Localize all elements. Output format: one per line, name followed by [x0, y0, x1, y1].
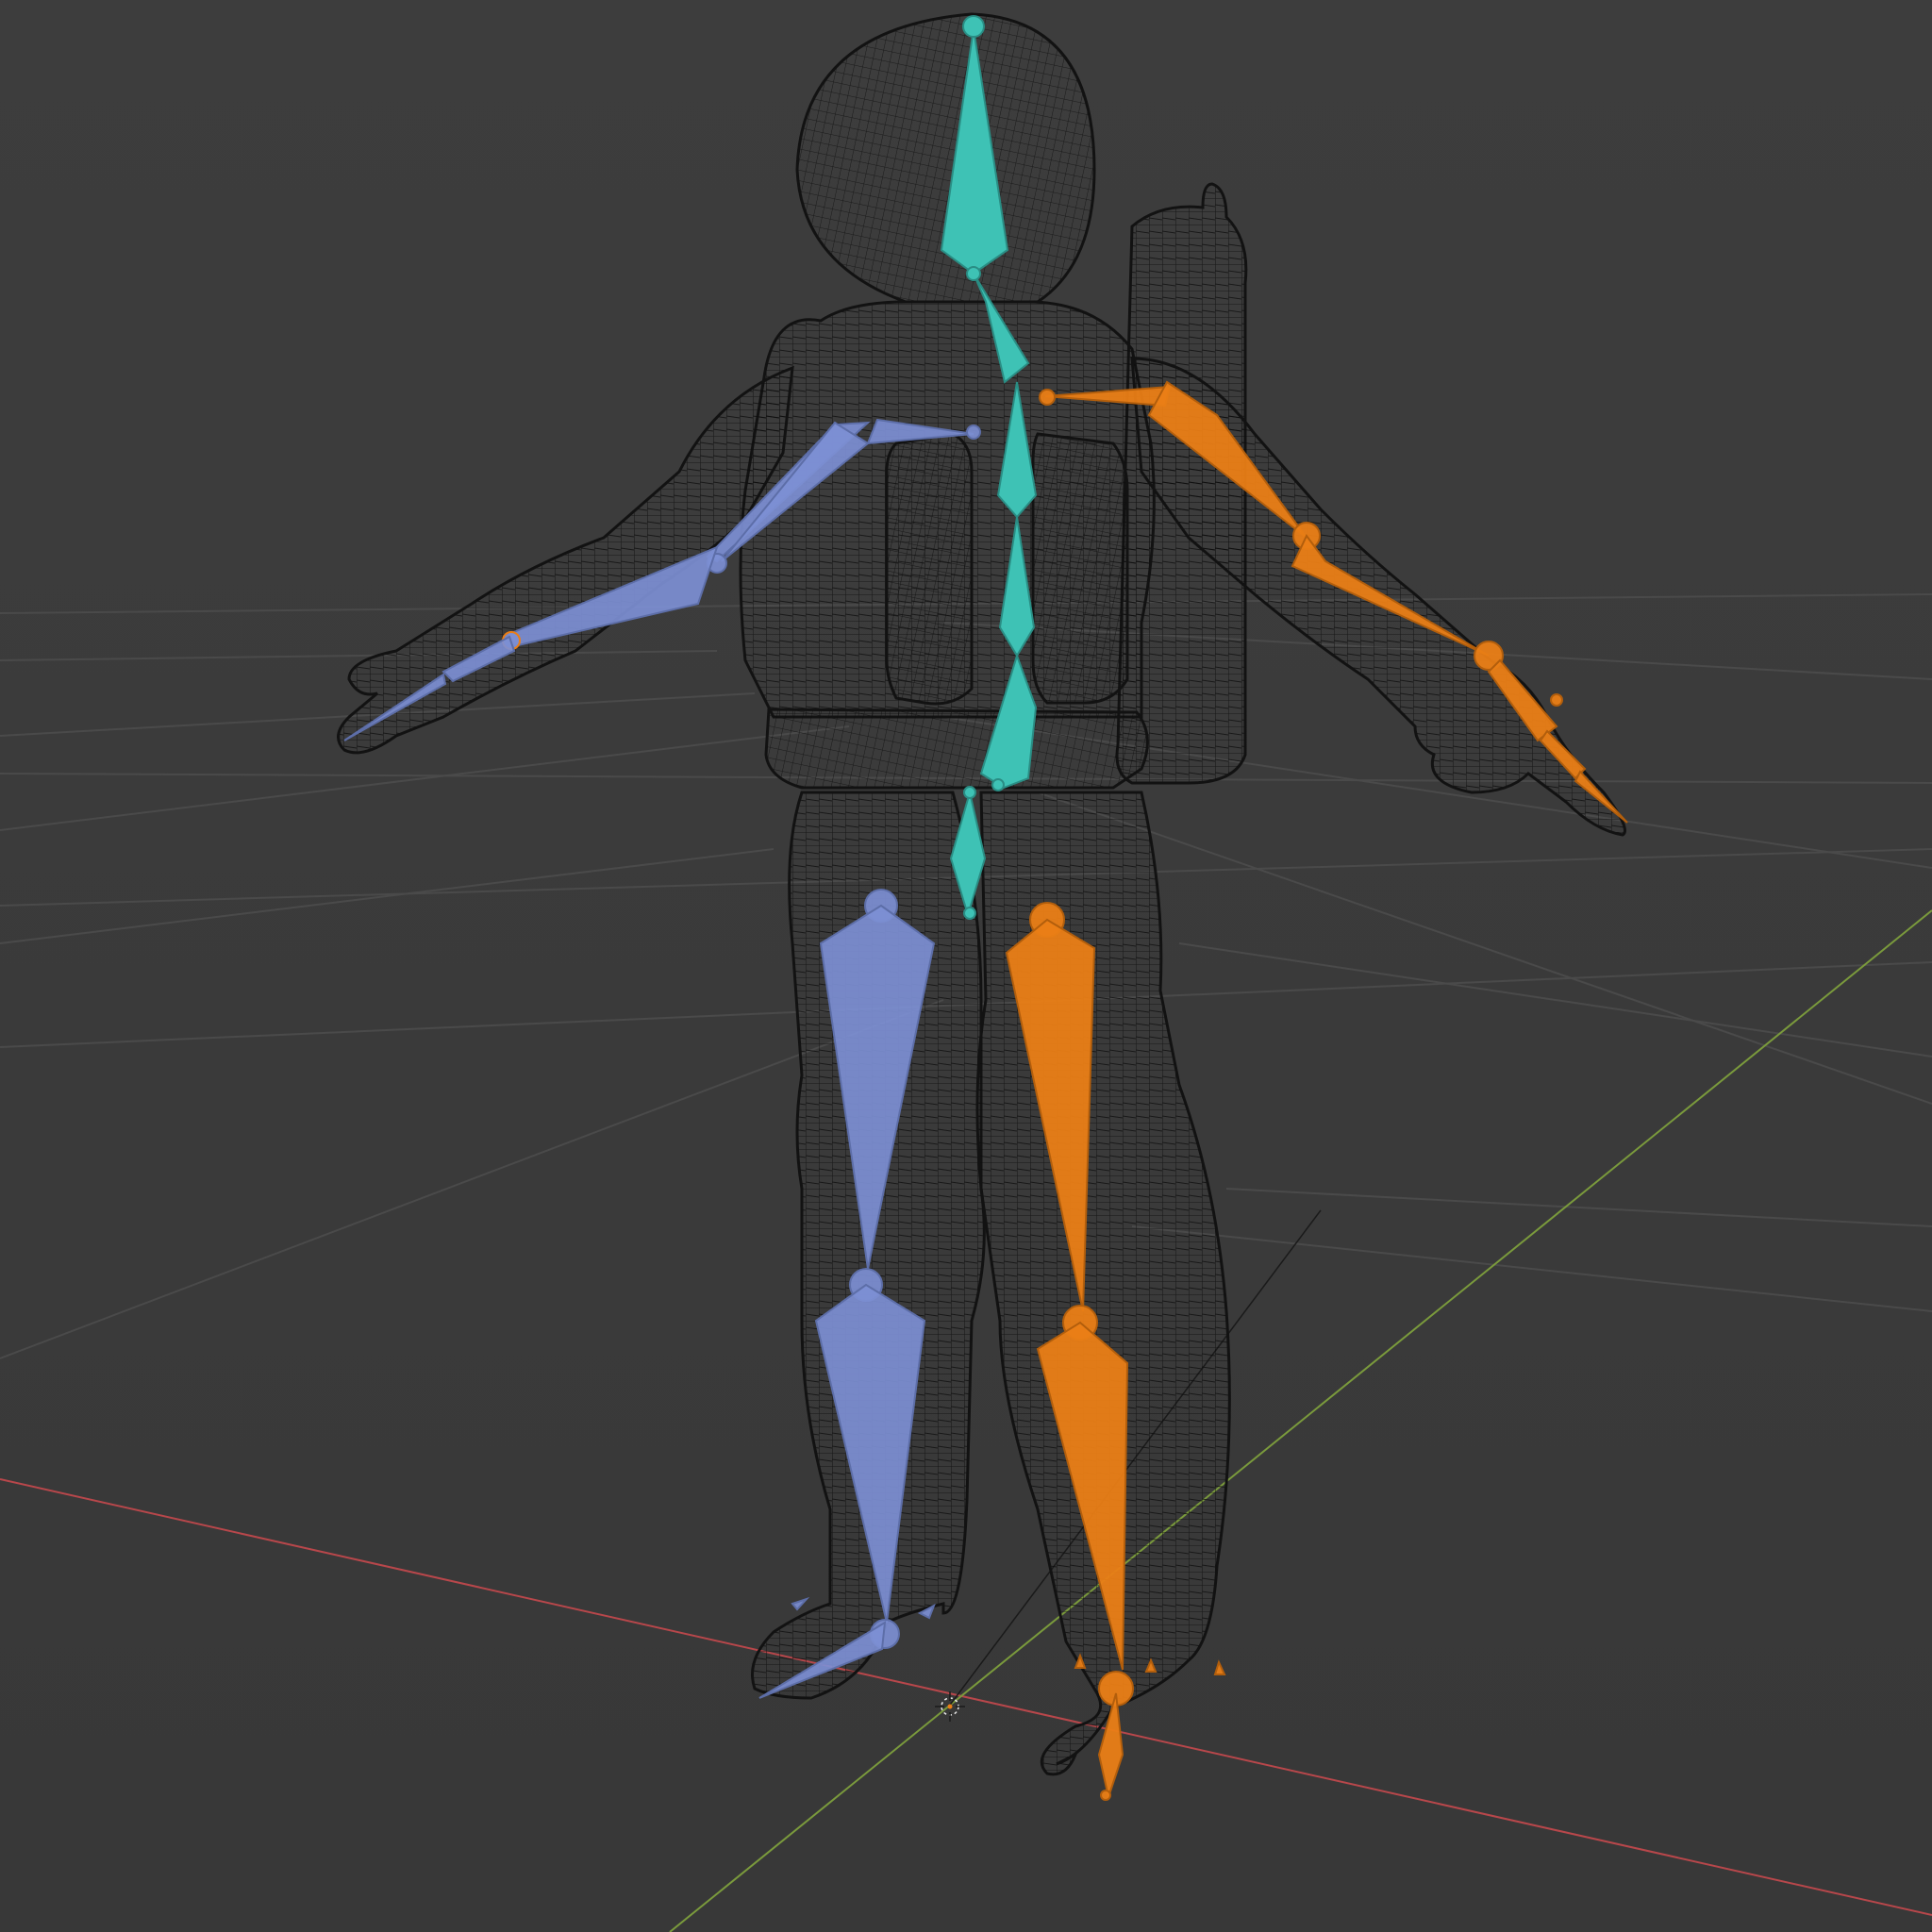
bone-joint-pelvis-top[interactable] — [963, 786, 976, 799]
bone-joint-finger-r[interactable] — [1550, 693, 1563, 707]
bone-joint-head-top[interactable] — [962, 15, 985, 38]
bone-joint-shoulder-l[interactable] — [966, 425, 981, 440]
3d-viewport[interactable] — [0, 0, 1932, 1932]
belt[interactable] — [764, 708, 1149, 790]
chest-pack[interactable] — [885, 432, 974, 706]
bone-joint-pelvis-bottom[interactable] — [963, 907, 976, 920]
bone-joint-neck[interactable] — [966, 266, 981, 281]
bone-joint-hips[interactable] — [991, 778, 1005, 791]
bone-joint-toe-r[interactable] — [1100, 1790, 1111, 1801]
chest-pack-right[interactable] — [1031, 432, 1129, 705]
bone-joint-shoulder-r[interactable] — [1039, 389, 1056, 406]
